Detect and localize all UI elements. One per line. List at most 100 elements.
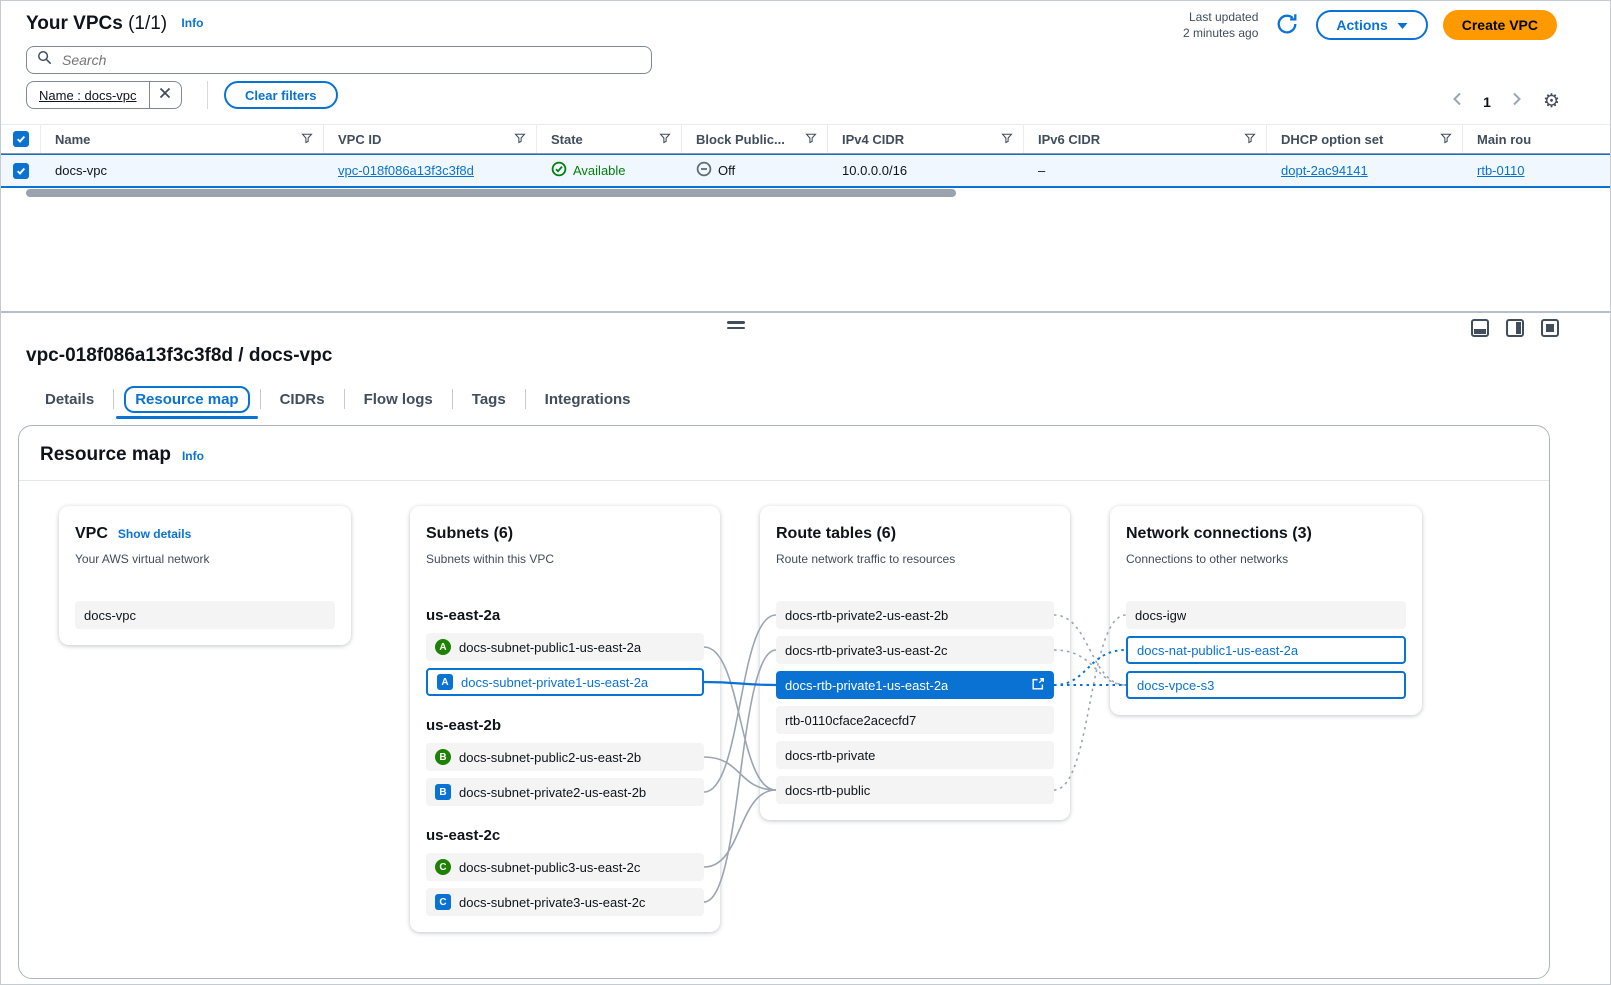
actions-button[interactable]: Actions [1316,10,1427,40]
filter-funnel-icon[interactable] [1244,132,1256,147]
page-number[interactable]: 1 [1483,94,1491,110]
select-all-checkbox[interactable] [13,131,29,147]
refresh-icon [1275,12,1299,39]
column-header-ipv6-cidr: IPv6 CIDR [1024,125,1267,153]
resource-item-subnet[interactable]: B docs-subnet-public2-us-east-2b [426,743,704,771]
info-link[interactable]: Info [181,16,203,30]
filter-token-dismiss[interactable] [149,82,181,108]
tab-tags[interactable]: Tags [453,383,525,415]
layout-bottom-panel-icon[interactable] [1471,319,1489,337]
resource-item-route-table[interactable]: docs-rtb-public [776,776,1054,804]
vpc-id-link[interactable]: vpc-018f086a13f3c3f8d [338,163,474,178]
route-tables-column: Route tables (6) Route network traffic t… [760,506,1070,820]
close-icon [159,86,171,104]
last-updated-label: Last updated [1183,9,1258,25]
filter-funnel-icon[interactable] [301,132,313,147]
select-all-checkbox-cell [1,125,41,153]
split-panel-drag-handle[interactable] [723,321,749,329]
filter-token: Name : docs-vpc [26,81,182,109]
filter-funnel-icon[interactable] [1440,132,1452,147]
divider [207,81,208,109]
gear-icon[interactable]: ⚙ [1543,92,1560,111]
tab-integrations[interactable]: Integrations [526,383,650,415]
resource-item-subnet[interactable]: C docs-subnet-public3-us-east-2c [426,853,704,881]
resource-item-subnet[interactable]: A docs-subnet-public1-us-east-2a [426,633,704,661]
next-page-button[interactable] [1511,91,1523,112]
previous-page-button[interactable] [1451,91,1463,112]
last-updated-value: 2 minutes ago [1183,25,1258,41]
subnets-column: Subnets (6) Subnets within this VPC us-e… [410,506,720,932]
cell-block-public-access: Off [682,161,828,180]
detail-panel-title: vpc-018f086a13f3c3f8d / docs-vpc [26,345,332,367]
refresh-button[interactable] [1273,10,1301,41]
filter-token-label[interactable]: Name : docs-vpc [27,82,149,108]
column-header-dhcp-option-set: DHCP option set [1267,125,1463,153]
filter-funnel-icon[interactable] [514,132,526,147]
vpc-column-title: VPC [75,524,108,544]
network-connections-column: Network connections (3) Connections to o… [1110,506,1422,715]
resource-item-subnet[interactable]: C docs-subnet-private3-us-east-2c [426,888,704,916]
resource-item-route-table[interactable]: docs-rtb-private2-us-east-2b [776,601,1054,629]
resource-item-route-table[interactable]: rtb-0110cface2acecfd7 [776,706,1054,734]
clear-filters-button[interactable]: Clear filters [224,81,338,109]
row-checkbox[interactable] [13,163,29,179]
vpc-console-page: Your VPCs (1/1) Info Last updated 2 minu… [0,0,1611,985]
header-actions: Last updated 2 minutes ago Actions Creat… [1183,9,1557,41]
page-title: Your VPCs (1/1) Info [26,13,203,35]
resource-item-vpc-endpoint[interactable]: docs-vpce-s3 [1126,671,1406,699]
filter-funnel-icon[interactable] [659,132,671,147]
search-box[interactable] [26,46,652,74]
filter-funnel-icon[interactable] [805,132,817,147]
resource-item-subnet-selected[interactable]: A docs-subnet-private1-us-east-2a [426,668,704,696]
cell-ipv6-cidr: – [1024,163,1267,178]
layout-side-panel-icon[interactable] [1506,319,1524,337]
subnet-public-badge: A [435,639,451,655]
vpc-table: Name VPC ID State Block Public... IPv4 C… [1,124,1610,188]
cell-state: Available [537,161,682,180]
az-heading: us-east-2a [426,607,704,625]
cell-main-route-table: rtb-0110 [1463,163,1610,178]
resource-item-route-table[interactable]: docs-rtb-private3-us-east-2c [776,636,1054,664]
table-header-row: Name VPC ID State Block Public... IPv4 C… [1,124,1610,154]
column-header-main-route-table: Main rou [1463,125,1610,153]
layout-full-panel-icon[interactable] [1541,319,1559,337]
network-connections-column-subtitle: Connections to other networks [1126,552,1406,566]
info-link[interactable]: Info [182,449,204,463]
tab-flow-logs[interactable]: Flow logs [345,383,452,415]
column-header-vpc-id: VPC ID [324,125,537,153]
subnet-public-badge: B [435,749,451,765]
detail-tabs: Details Resource map CIDRs Flow logs Tag… [26,383,650,415]
resource-map-body: VPC Show details Your AWS virtual networ… [19,481,1549,976]
search-input[interactable] [60,51,641,69]
resource-item-internet-gateway[interactable]: docs-igw [1126,601,1406,629]
table-row[interactable]: docs-vpc vpc-018f086a13f3c3f8d Available… [1,154,1610,188]
resource-map-card: Resource map Info [18,425,1550,979]
caret-down-icon [1397,17,1408,33]
network-connections-column-title: Network connections (3) [1126,524,1312,544]
show-details-link[interactable]: Show details [118,527,191,541]
dhcp-option-set-link[interactable]: dopt-2ac94141 [1281,163,1368,178]
panel-layout-controls [1471,319,1559,337]
tab-cidrs[interactable]: CIDRs [261,383,344,415]
horizontal-scrollbar[interactable] [26,189,956,197]
last-updated: Last updated 2 minutes ago [1183,9,1258,41]
filter-funnel-icon[interactable] [1001,132,1013,147]
resource-item-nat-gateway[interactable]: docs-nat-public1-us-east-2a [1126,636,1406,664]
subnet-private-badge: A [437,674,453,690]
tab-details[interactable]: Details [26,383,113,415]
tab-resource-map[interactable]: Resource map [114,383,259,415]
create-vpc-button[interactable]: Create VPC [1443,10,1557,40]
az-heading: us-east-2b [426,717,704,735]
column-header-name: Name [41,125,324,153]
resource-item-route-table[interactable]: docs-rtb-private [776,741,1054,769]
resource-item-route-table-selected[interactable]: docs-rtb-private1-us-east-2a [776,671,1054,699]
cell-vpc-id: vpc-018f086a13f3c3f8d [324,163,537,178]
main-route-table-link[interactable]: rtb-0110 [1477,163,1524,178]
resource-item-subnet[interactable]: B docs-subnet-private2-us-east-2b [426,778,704,806]
resource-item-vpc[interactable]: docs-vpc [75,601,335,629]
search-icon [37,50,52,70]
az-heading: us-east-2c [426,827,704,845]
subnet-public-badge: C [435,859,451,875]
pagination: 1 ⚙ [1451,91,1560,112]
column-header-block-public: Block Public... [682,125,828,153]
